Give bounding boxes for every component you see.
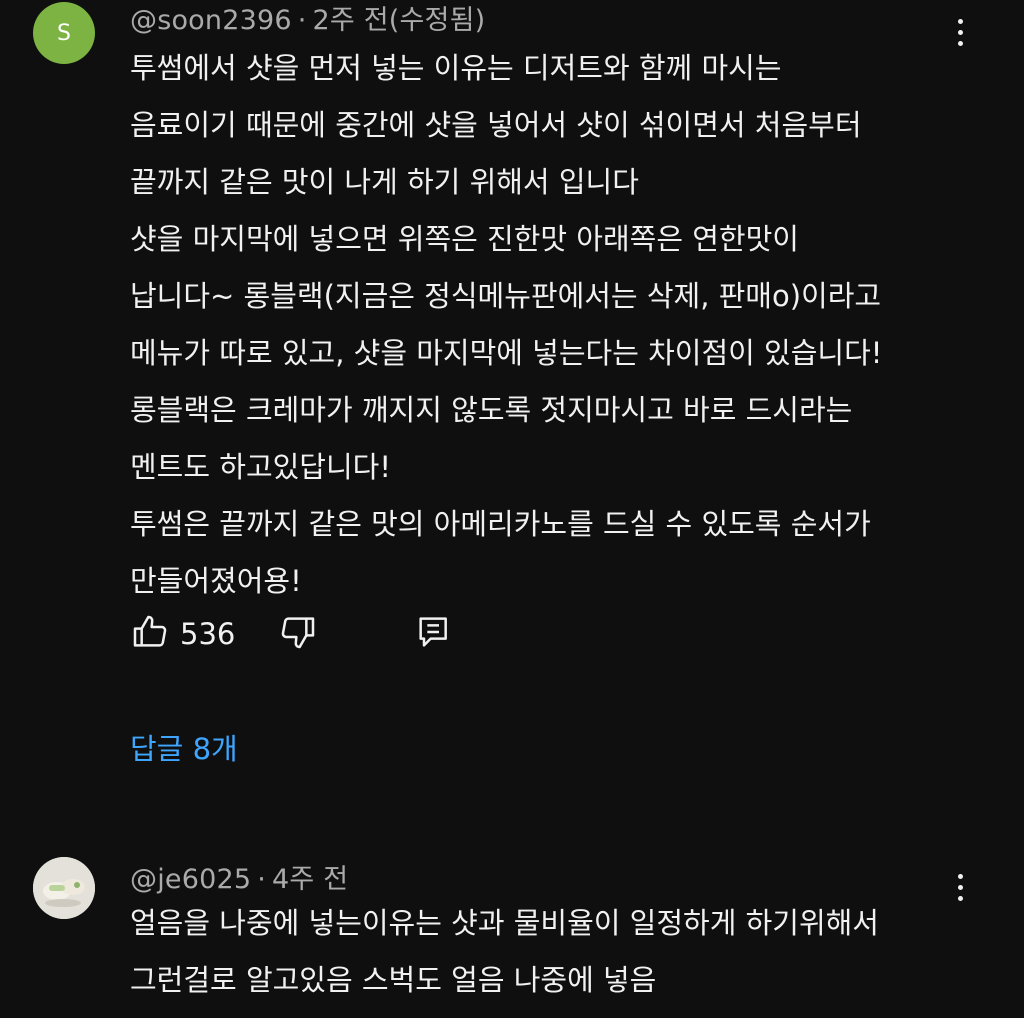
comment-line: 납니다~ 롱블랙(지금은 정식메뉴판에서는 삭제, 판매o)이라고 bbox=[130, 279, 882, 313]
comment-line: 롱블랙은 크레마가 깨지지 않도록 젓지마시고 바로 드시라는 bbox=[130, 393, 853, 427]
comment-line: 그런걸로 알고있음 스벅도 얼음 나중에 넣음 bbox=[130, 963, 657, 997]
comment-time[interactable]: 2주 전(수정됨) bbox=[313, 5, 486, 36]
comment-line: 메뉴가 따로 있고, 샷을 마지막에 넣는다는 차이점이 있습니다! bbox=[130, 336, 883, 370]
like-count: 536 bbox=[180, 617, 236, 651]
avatar-image bbox=[33, 857, 95, 919]
meta-separator: · bbox=[257, 864, 267, 895]
comment-actions: 536 bbox=[130, 608, 530, 658]
comment-line: 샷을 마지막에 넣으면 위쪽은 진한맛 아래쪽은 연한맛이 bbox=[130, 222, 799, 256]
avatar[interactable]: S bbox=[33, 2, 95, 64]
reply-button[interactable] bbox=[414, 612, 454, 656]
dislike-icon bbox=[278, 612, 318, 656]
comment-line: 멘트도 하고있답니다! bbox=[130, 450, 391, 484]
comment-line: 얼음을 나중에 넣는이유는 샷과 물비율이 일정하게 하기위해서 bbox=[130, 906, 879, 940]
comment-line: 투썸은 끝까지 같은 맛의 아메리카노를 드실 수 있도록 순서가 bbox=[130, 507, 871, 541]
comment-text: 얼음을 나중에 넣는이유는 샷과 물비율이 일정하게 하기위해서 그런걸로 알고… bbox=[130, 895, 879, 1009]
like-icon bbox=[130, 612, 170, 656]
comment: @je6025 · 4주 전 얼음을 나중에 넣는이유는 샷과 물비율이 일정하게 … bbox=[0, 855, 1024, 1018]
comment-meta: @soon2396 · 2주 전(수정됨) bbox=[130, 0, 485, 37]
like-button[interactable]: 536 bbox=[130, 612, 235, 656]
replies-toggle[interactable]: 답글 8개 bbox=[130, 726, 238, 768]
comment-author[interactable]: @soon2396 bbox=[130, 5, 292, 36]
avatar-letter: S bbox=[57, 20, 71, 46]
comment-meta: @je6025 · 4주 전 bbox=[130, 857, 348, 896]
comment-time[interactable]: 4주 전 bbox=[272, 864, 348, 895]
comment-line: 만들어졌어용! bbox=[130, 564, 302, 598]
comment-author[interactable]: @je6025 bbox=[130, 864, 251, 895]
more-options-button[interactable] bbox=[948, 12, 972, 52]
comment-line: 끝까지 같은 맛이 나게 하기 위해서 입니다 bbox=[130, 165, 639, 199]
reply-icon bbox=[414, 612, 454, 656]
comment: S @soon2396 · 2주 전(수정됨) 투썸에서 샷을 먼저 넣는 이유는 … bbox=[0, 0, 1024, 800]
comment-line: 음료이기 때문에 중간에 샷을 넣어서 샷이 섞이면서 처음부터 bbox=[130, 108, 862, 142]
comment-text: 투썸에서 샷을 먼저 넣는 이유는 디저트와 함께 마시는 음료이기 때문에 중… bbox=[130, 40, 882, 610]
more-vert-icon bbox=[957, 873, 963, 901]
more-options-button[interactable] bbox=[948, 867, 972, 907]
comment-line: 투썸에서 샷을 먼저 넣는 이유는 디저트와 함께 마시는 bbox=[130, 51, 782, 85]
more-vert-icon bbox=[957, 18, 963, 46]
dislike-button[interactable] bbox=[278, 612, 318, 656]
avatar[interactable] bbox=[33, 857, 95, 919]
meta-separator: · bbox=[297, 5, 307, 36]
